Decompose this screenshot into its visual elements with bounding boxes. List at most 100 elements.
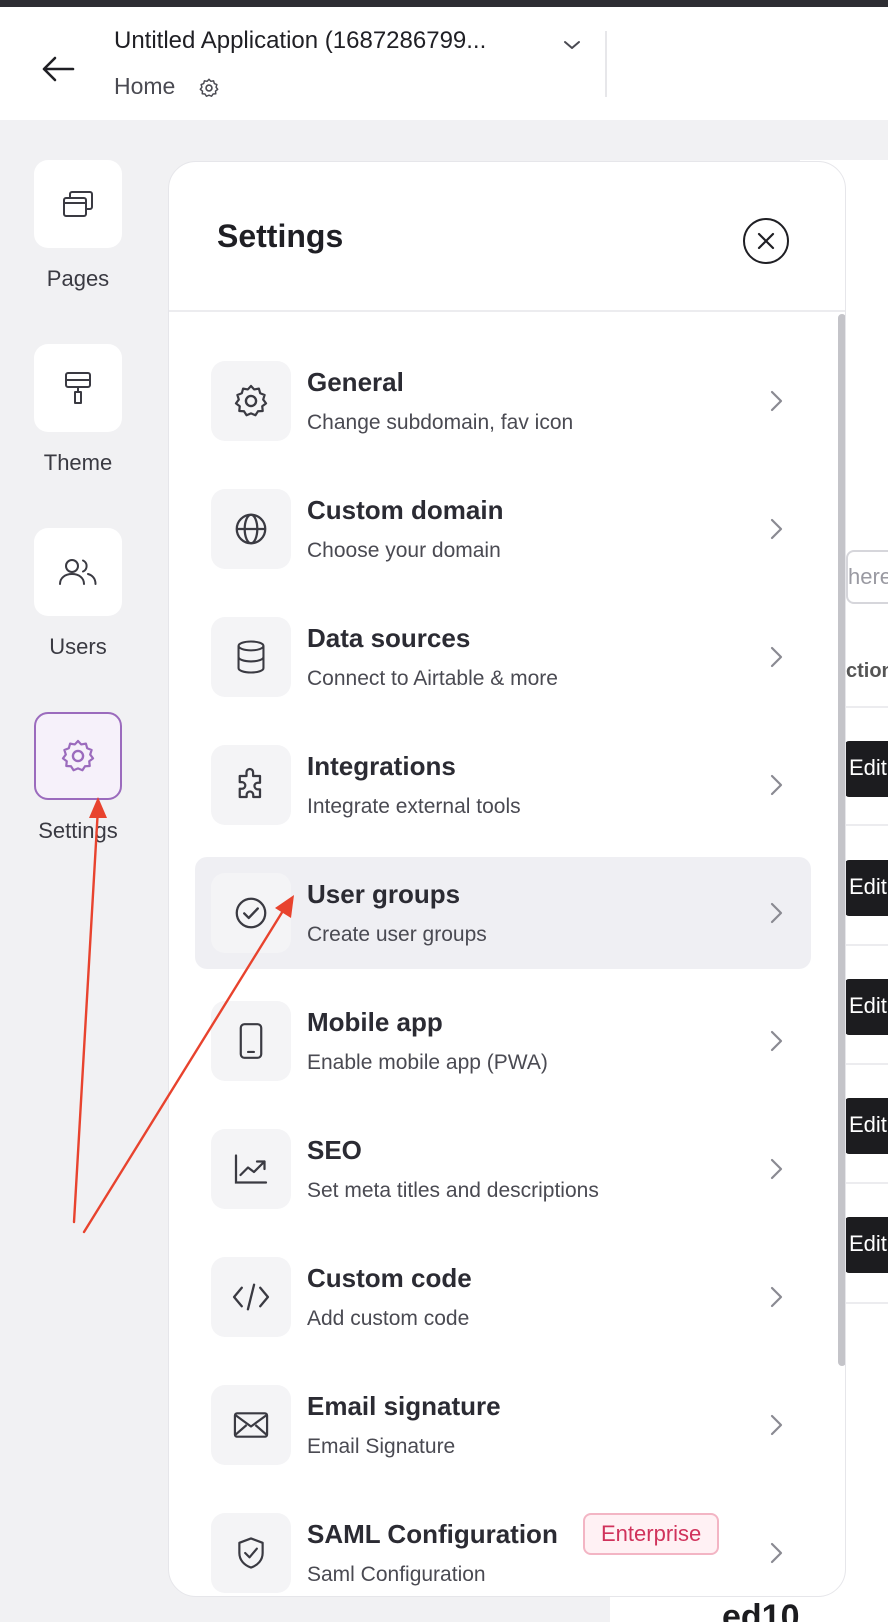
background-column-header: ction [846,660,888,682]
item-icon-box [211,361,291,441]
settings-item-description: Integrate external tools [307,795,521,818]
settings-item-description: Connect to Airtable & more [307,667,558,690]
settings-item-label: SAML Configuration [307,1519,558,1549]
item-icon-box [211,1513,291,1593]
close-button[interactable] [743,218,789,264]
chevron-right-icon [770,1414,783,1436]
chevron-right-icon [770,1030,783,1052]
settings-item-description: Saml Configuration [307,1563,486,1586]
item-icon-box [211,1129,291,1209]
edit-button[interactable]: Edit [845,979,888,1035]
settings-item-label: Custom domain [307,495,504,525]
arrow-left-icon [42,56,75,82]
settings-item-description: Enable mobile app (PWA) [307,1051,548,1074]
annotation-arrow-to-settings [72,806,100,1224]
settings-item-integrations[interactable]: Integrations Integrate external tools [195,729,811,841]
settings-item-label: Mobile app [307,1007,443,1037]
item-icon-box [211,489,291,569]
settings-item-user-groups[interactable]: User groups Create user groups [195,857,811,969]
settings-item-general[interactable]: General Change subdomain, fav icon [195,345,811,457]
settings-item-description: Create user groups [307,923,487,946]
sidebar-item-label: Theme [43,450,113,475]
table-divider [846,1182,888,1184]
close-icon [757,232,775,250]
settings-scrollbar[interactable] [838,314,845,1366]
settings-item-label: Email signature [307,1391,501,1421]
background-search-input[interactable]: here [846,550,888,604]
table-divider [846,706,888,708]
item-icon-box [211,745,291,825]
settings-item-mobile-app[interactable]: Mobile app Enable mobile app (PWA) [195,985,811,1097]
breadcrumb-home[interactable]: Home [114,73,175,100]
users-icon [59,559,97,585]
settings-item-description: Set meta titles and descriptions [307,1179,599,1202]
settings-item-label: General [307,367,404,397]
chevron-right-icon [770,1158,783,1180]
table-divider [846,944,888,946]
check-circle-icon [235,897,267,929]
background-heading-fragment: ed10 [722,1598,800,1622]
edit-button[interactable]: Edit [845,860,888,916]
edit-button[interactable]: Edit [845,741,888,797]
settings-item-description: Choose your domain [307,539,501,562]
settings-title: Settings [217,218,344,254]
settings-item-description: Add custom code [307,1307,470,1330]
edit-button[interactable]: Edit [845,1098,888,1154]
chevron-right-icon [770,902,783,924]
app-title[interactable]: Untitled Application (1687286799... [114,27,486,55]
sidebar-item-label: Users [49,634,107,659]
chevron-down-icon[interactable] [560,33,584,57]
sidebar-item-label: Settings [38,818,118,843]
settings-item-saml-configuration[interactable]: SAML Configuration Enterprise Saml Confi… [195,1497,811,1596]
item-icon-box [211,617,291,697]
table-divider [846,1063,888,1065]
smartphone-icon [239,1023,263,1059]
chevron-right-icon [770,1286,783,1308]
globe-icon [235,513,267,545]
gear-icon [234,384,268,417]
puzzle-icon [238,767,262,799]
edit-button[interactable]: Edit [845,1217,888,1273]
sidebar-item-pages[interactable] [34,160,122,248]
table-divider [846,1302,888,1304]
window-top-strip [0,0,888,7]
settings-item-custom-domain[interactable]: Custom domain Choose your domain [195,473,811,585]
sidebar-item-users[interactable] [34,528,122,616]
table-divider [846,824,888,826]
sidebar-item-theme[interactable] [34,344,122,432]
back-button[interactable] [36,47,80,91]
settings-item-label: SEO [307,1135,362,1165]
settings-item-description: Email Signature [307,1435,456,1458]
trending-up-icon [234,1154,268,1184]
item-icon-box [211,1001,291,1081]
chevron-right-icon [770,774,783,796]
chevron-right-icon [770,1542,783,1564]
header-divider [605,31,607,97]
code-icon [232,1283,270,1311]
sidebar-item-settings[interactable] [34,712,122,800]
settings-item-label: Data sources [307,623,471,653]
envelope-icon [233,1412,269,1438]
chevron-right-icon [770,518,783,540]
item-icon-box [211,1257,291,1337]
shield-check-icon [238,1537,264,1569]
panel-divider [169,310,845,312]
page-settings-gear-icon[interactable] [198,77,220,99]
item-icon-box [211,1385,291,1465]
settings-item-email-signature[interactable]: Email signature Email Signature [195,1369,811,1481]
settings-item-description: Change subdomain, fav icon [307,411,574,434]
settings-item-data-sources[interactable]: Data sources Connect to Airtable & more [195,601,811,713]
database-icon [237,640,265,674]
settings-item-custom-code[interactable]: Custom code Add custom code [195,1241,811,1353]
enterprise-badge: Enterprise [583,1513,720,1555]
sidebar-item-label: Pages [46,266,110,291]
settings-item-label: User groups [307,879,461,909]
item-icon-box [211,873,291,953]
settings-item-seo[interactable]: SEO Set meta titles and descriptions [195,1113,811,1225]
annotation-arrowhead-settings [89,797,107,818]
pages-icon [63,191,93,217]
chevron-right-icon [770,646,783,668]
settings-item-label: Integrations [307,751,456,781]
settings-item-label: Custom code [307,1263,472,1293]
settings-panel: Settings General Change subdomain, fav i… [168,161,846,1597]
